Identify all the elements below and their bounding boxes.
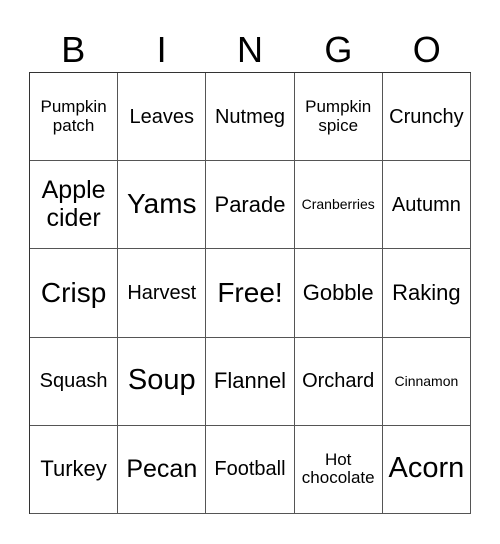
bingo-cell[interactable]: Leaves xyxy=(118,73,207,162)
bingo-cell[interactable]: Pumpkin spice xyxy=(294,73,383,162)
header-letter-b: B xyxy=(61,29,86,70)
bingo-cell[interactable]: Flannel xyxy=(206,337,295,426)
header-letter-n: N xyxy=(236,29,263,70)
header-letter-i: I xyxy=(156,29,167,70)
bingo-cell[interactable]: Raking xyxy=(382,249,471,338)
bingo-cell[interactable]: Orchard xyxy=(294,337,383,426)
bingo-cell[interactable]: Soup xyxy=(118,337,207,426)
bingo-cell[interactable]: Nutmeg xyxy=(206,73,295,162)
bingo-cell[interactable]: Pumpkin patch xyxy=(30,73,119,162)
bingo-cell[interactable]: Harvest xyxy=(118,249,207,338)
bingo-cell[interactable]: Gobble xyxy=(294,249,383,338)
bingo-cell[interactable]: Pecan xyxy=(118,425,207,514)
bingo-cell[interactable]: Hot chocolate xyxy=(294,425,383,514)
bingo-cell[interactable]: Autumn xyxy=(382,161,471,250)
bingo-cell[interactable]: Acorn xyxy=(382,425,471,514)
bingo-cell[interactable]: Crisp xyxy=(30,249,119,338)
bingo-header: B I N G O xyxy=(29,28,471,72)
bingo-cell[interactable]: Squash xyxy=(30,337,119,426)
bingo-card: Pumpkin patch Leaves Nutmeg Pumpkin spic… xyxy=(29,72,471,514)
bingo-cell[interactable]: Turkey xyxy=(30,425,119,514)
bingo-cell[interactable]: Cinnamon xyxy=(382,337,471,426)
bingo-cell[interactable]: Football xyxy=(206,425,295,514)
bingo-cell[interactable]: Crunchy xyxy=(382,73,471,162)
free-space[interactable]: Free! xyxy=(206,249,295,338)
header-letter-g: G xyxy=(324,29,353,70)
bingo-cell[interactable]: Apple cider xyxy=(30,161,119,250)
bingo-cell[interactable]: Parade xyxy=(206,161,295,250)
header-letter-o: O xyxy=(412,29,441,70)
bingo-cell[interactable]: Cranberries xyxy=(294,161,383,250)
bingo-cell[interactable]: Yams xyxy=(118,161,207,250)
